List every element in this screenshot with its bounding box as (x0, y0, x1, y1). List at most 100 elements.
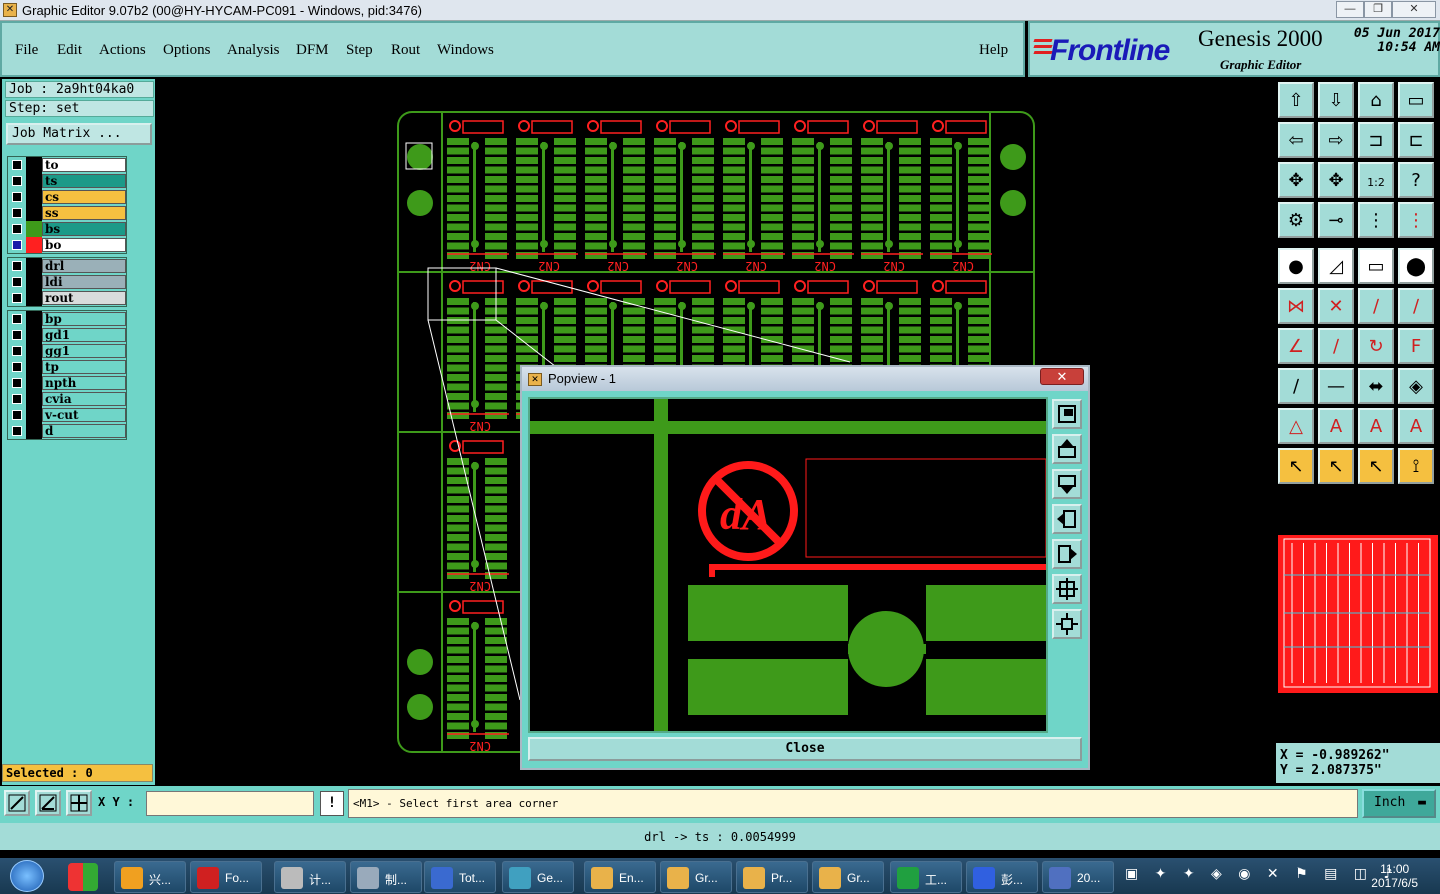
layer-checkbox[interactable] (12, 224, 22, 234)
minus-icon[interactable]: — (1318, 368, 1354, 404)
layer-checkbox[interactable] (12, 362, 22, 372)
draw-line-icon[interactable]: ◿ (1318, 248, 1354, 284)
menu-windows[interactable]: Windows (437, 42, 494, 59)
slope-icon[interactable]: ∕ (1318, 328, 1354, 364)
popview-close-icon[interactable]: ✕ (1040, 368, 1084, 385)
route-icon[interactable]: ⟟ (1398, 448, 1434, 484)
layer-row-ss[interactable]: ss (8, 205, 126, 221)
taskbar-item[interactable]: 工... (890, 861, 962, 893)
shapes-icon[interactable]: ◈ (1398, 368, 1434, 404)
pan-up-icon[interactable]: ⇧ (1278, 82, 1314, 118)
taskbar-item[interactable]: Fo... (190, 861, 262, 893)
triangle-icon[interactable]: △ (1278, 408, 1314, 444)
pan-left-icon[interactable]: ⇦ (1278, 122, 1314, 158)
layer-checkbox[interactable] (12, 176, 22, 186)
connect-icon[interactable]: ∕ (1358, 288, 1394, 324)
zoom-center-icon[interactable]: ✥ (1318, 162, 1354, 198)
arc-icon[interactable]: ↻ (1358, 328, 1394, 364)
connector-icon[interactable]: ⊸ (1318, 202, 1354, 238)
zoom-fit-icon[interactable]: ✥ (1278, 162, 1314, 198)
taskbar-item[interactable]: 制... (350, 861, 422, 893)
layer-row-npth[interactable]: npth (8, 375, 126, 391)
layer-checkbox[interactable] (12, 314, 22, 324)
home-icon[interactable]: ⌂ (1358, 82, 1394, 118)
triangle-a-icon[interactable]: A (1318, 408, 1354, 444)
menu-edit[interactable]: Edit (57, 42, 82, 59)
layer-row-ldi[interactable]: ldi (8, 274, 126, 290)
layer-row-tp[interactable]: tp (8, 359, 126, 375)
angle-mode-icon[interactable] (35, 790, 61, 816)
layer-row-bs[interactable]: bs (8, 221, 126, 237)
layer-row-to[interactable]: to (8, 157, 126, 173)
system-tray-icons[interactable]: ▣ ✦ ✦ ◈ ◉ ✕ ⚑ ▤ ◫ ♪ (1125, 866, 1405, 886)
layer-row-ts[interactable]: ts (8, 173, 126, 189)
layer-checkbox[interactable] (12, 208, 22, 218)
triangle-c-icon[interactable]: A (1398, 408, 1434, 444)
popview-zoom-out-icon[interactable] (1052, 609, 1082, 639)
taskbar-pinned-app-icon[interactable] (68, 863, 98, 891)
layer-row-drl[interactable]: drl (8, 258, 126, 274)
layer-row-gg1[interactable]: gg1 (8, 343, 126, 359)
taskbar-item[interactable]: 兴... (114, 861, 186, 893)
taskbar-item[interactable]: 20... (1042, 861, 1114, 893)
layer-row-gd1[interactable]: gd1 (8, 327, 126, 343)
net-icon[interactable]: ⋈ (1278, 288, 1314, 324)
layer-checkbox[interactable] (12, 346, 22, 356)
start-button[interactable] (10, 860, 44, 892)
taskbar-item[interactable]: Pr... (736, 861, 808, 893)
menu-options[interactable]: Options (163, 42, 211, 59)
minimize-button[interactable]: — (1336, 1, 1364, 18)
menu-rout[interactable]: Rout (391, 42, 420, 59)
settings-icon[interactable]: ⚙ (1278, 202, 1314, 238)
layer-row-d[interactable]: d (8, 423, 126, 439)
popview-pan-left-icon[interactable] (1052, 504, 1082, 534)
unit-selector[interactable]: Inch ▬ (1362, 789, 1436, 818)
connect-red-icon[interactable]: ∕ (1398, 288, 1434, 324)
layer-row-cs[interactable]: cs (8, 189, 126, 205)
board-minimap[interactable] (1278, 535, 1438, 693)
layer-checkbox[interactable] (12, 261, 22, 271)
select-box-icon[interactable]: ↖ (1318, 448, 1354, 484)
popview-pan-up-icon[interactable] (1052, 434, 1082, 464)
taskbar-item[interactable]: 计... (274, 861, 346, 893)
layer-checkbox[interactable] (12, 240, 22, 250)
scale-1-2-icon[interactable]: 1:2 (1358, 162, 1394, 198)
layers-red-icon[interactable]: ⋮ (1398, 202, 1434, 238)
layer-checkbox[interactable] (12, 378, 22, 388)
layer-checkbox[interactable] (12, 426, 22, 436)
circle-pad-icon[interactable]: ● (1278, 248, 1314, 284)
layer-row-bp[interactable]: bp (8, 311, 126, 327)
exclamation-button[interactable]: ! (320, 791, 344, 816)
taskbar-item[interactable]: Gr... (660, 861, 732, 893)
text-icon[interactable]: F (1398, 328, 1434, 364)
menu-step[interactable]: Step (346, 42, 373, 59)
layer-checkbox[interactable] (12, 160, 22, 170)
resize-icon[interactable]: ⬌ (1358, 368, 1394, 404)
job-matrix-button[interactable]: Job Matrix ... (6, 123, 152, 145)
maximize-button[interactable]: ❐ (1364, 1, 1392, 18)
cross-icon[interactable]: ✕ (1318, 288, 1354, 324)
layer-checkbox[interactable] (12, 394, 22, 404)
popview-close-button[interactable]: Close (528, 737, 1082, 761)
pan-down-icon[interactable]: ⇩ (1318, 82, 1354, 118)
layer-checkbox[interactable] (12, 330, 22, 340)
menu-help[interactable]: Help (979, 42, 1008, 59)
menu-analysis[interactable]: Analysis (227, 42, 280, 59)
taskbar-item[interactable]: En... (584, 861, 656, 893)
select-arrow-icon[interactable]: ↖ (1278, 448, 1314, 484)
close-window-button[interactable]: ✕ (1392, 1, 1436, 18)
help-icon[interactable]: ? (1398, 162, 1434, 198)
popview-zoom-fit-icon[interactable] (1052, 399, 1082, 429)
menu-dfm[interactable]: DFM (296, 42, 329, 59)
ruler-icon[interactable]: ▭ (1358, 248, 1394, 284)
flip-icon[interactable]: ⊐ (1358, 122, 1394, 158)
popview-zoom-in-icon[interactable] (1052, 574, 1082, 604)
popview-pan-down-icon[interactable] (1052, 469, 1082, 499)
grid-mode-icon[interactable] (66, 790, 92, 816)
layer-checkbox[interactable] (12, 277, 22, 287)
angle-icon[interactable]: ∠ (1278, 328, 1314, 364)
layers-icon[interactable]: ⋮ (1358, 202, 1394, 238)
pan-right-icon[interactable]: ⇨ (1318, 122, 1354, 158)
triangle-b-icon[interactable]: A (1358, 408, 1394, 444)
taskbar-item[interactable]: 彭... (966, 861, 1038, 893)
